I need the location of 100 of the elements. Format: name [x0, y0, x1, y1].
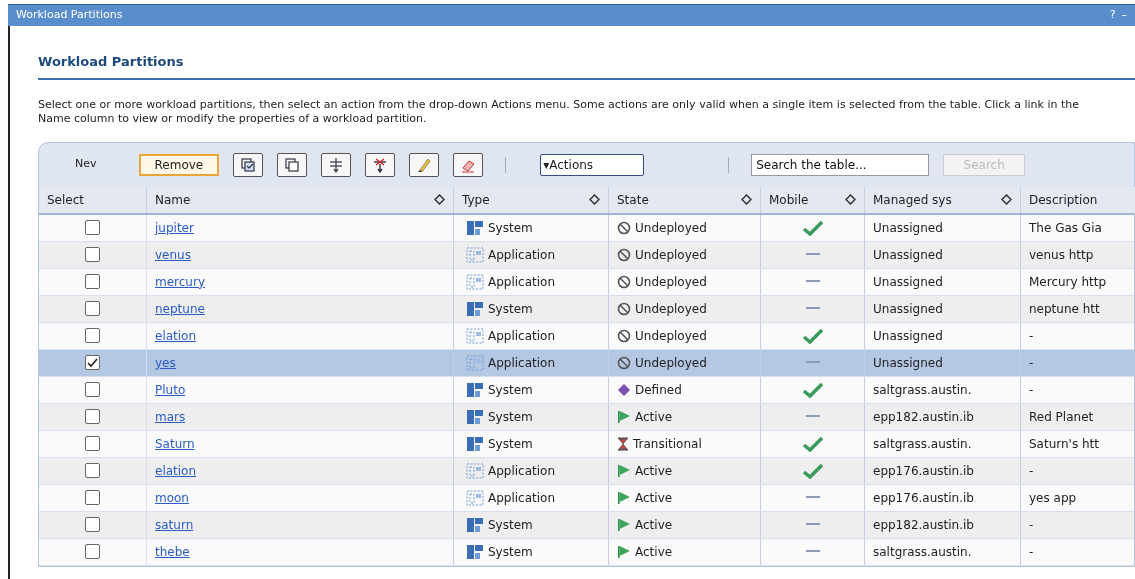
column-header[interactable]: Description	[1021, 186, 1135, 213]
name-link[interactable]: saturn	[155, 515, 194, 534]
row-checkbox[interactable]	[85, 463, 100, 478]
name-link[interactable]: mercury	[155, 272, 205, 291]
column-header[interactable]: State	[609, 186, 761, 213]
prohibited-icon	[617, 247, 631, 262]
name-link[interactable]: elation	[155, 326, 197, 345]
description-text: yes app	[1029, 489, 1077, 507]
actions-dropdown[interactable]: ▾Actions	[540, 153, 645, 176]
sort-icon[interactable]	[1001, 194, 1012, 205]
column-header[interactable]: Select	[39, 186, 147, 213]
table-row[interactable]: venus Application Undeployed Unassigned venus http	[39, 241, 1134, 269]
row-checkbox[interactable]	[85, 247, 100, 262]
prohibited-icon	[617, 220, 631, 235]
table-row[interactable]: mercury Application Undeployed Unassigned Mercury http	[39, 268, 1134, 296]
row-checkbox[interactable]	[85, 382, 100, 397]
checked-pages-icon	[239, 155, 258, 174]
column-header[interactable]: Name	[147, 186, 454, 213]
row-checkbox[interactable]	[85, 544, 100, 559]
managed-system-text: Unassigned	[873, 219, 943, 237]
name-link[interactable]: neptune	[155, 299, 205, 318]
table-row[interactable]: Saturn System Transitional saltgrass.austin. Saturn's htt	[39, 430, 1134, 458]
sort-icon[interactable]	[741, 194, 752, 205]
row-checkbox[interactable]	[85, 490, 100, 505]
table-row[interactable]: neptune System Undeployed Unassigned neptune htt	[39, 295, 1134, 323]
application-icon	[466, 273, 484, 290]
state-text: Active	[635, 489, 673, 507]
table-row[interactable]: Pluto System Defined saltgrass.austin. -	[39, 376, 1134, 404]
type-text: System	[488, 219, 533, 237]
remove-button[interactable]: Remove	[138, 153, 220, 176]
page-heading: Workload Partitions	[38, 53, 185, 71]
row-checkbox[interactable]	[85, 220, 100, 235]
description-text: -	[1029, 327, 1034, 345]
edit-button[interactable]	[409, 152, 440, 177]
name-link[interactable]: moon	[155, 488, 189, 507]
row-checkbox[interactable]	[85, 274, 100, 289]
managed-system-text: epp182.austin.ib	[873, 516, 974, 534]
flag-icon	[617, 544, 631, 559]
prohibited-icon	[617, 301, 631, 316]
row-checkbox[interactable]	[85, 301, 100, 316]
type-text: Application	[488, 273, 556, 291]
managed-system-text: Unassigned	[873, 354, 943, 372]
system-icon	[466, 435, 484, 452]
erase-button[interactable]	[453, 152, 484, 177]
column-header[interactable]: Type	[454, 186, 609, 213]
table-row[interactable]: saturn System Active epp182.austin.ib -	[39, 511, 1134, 539]
type-text: System	[488, 408, 533, 426]
state-text: Active	[635, 462, 673, 480]
deselect-all-button[interactable]	[277, 152, 308, 177]
system-icon	[466, 300, 484, 317]
managed-system-text: saltgrass.austin.	[873, 543, 972, 561]
name-link[interactable]: venus	[155, 245, 191, 264]
sort-icon[interactable]	[434, 194, 445, 205]
table-row[interactable]: thebe System Active saltgrass.austin. -	[39, 538, 1134, 566]
column-header[interactable]: Mobile	[761, 186, 865, 213]
name-link[interactable]: Saturn	[155, 434, 195, 453]
managed-system-text: Unassigned	[873, 327, 943, 345]
application-icon	[466, 246, 484, 263]
prohibited-icon	[617, 355, 631, 370]
name-link[interactable]: thebe	[155, 542, 190, 561]
name-link[interactable]: yes	[155, 353, 176, 372]
name-link[interactable]: mars	[155, 407, 186, 426]
system-icon	[466, 543, 484, 560]
name-link[interactable]: jupiter	[155, 218, 194, 237]
system-icon	[466, 408, 484, 425]
managed-system-text: epp176.austin.ib	[873, 462, 974, 480]
row-checkbox[interactable]	[85, 355, 100, 370]
column-header[interactable]: Managed sys	[865, 186, 1021, 213]
row-checkbox[interactable]	[85, 517, 100, 532]
table-row[interactable]: elation Application Active epp176.austin.ib -	[39, 457, 1134, 485]
name-link[interactable]: Pluto	[155, 380, 186, 399]
managed-system-text: Unassigned	[873, 246, 943, 264]
new-button[interactable]: Nev	[75, 156, 97, 173]
table-row[interactable]: jupiter System Undeployed Unassigned The Gas Gia	[39, 214, 1134, 242]
name-link[interactable]: elation	[155, 461, 197, 480]
row-checkbox[interactable]	[85, 436, 100, 451]
intro-text: Select one or more workload partitions, then select an action from the drop-down Actions menu. Some actions are only valid when a single item is selected from the table. Click a link in the Name column to view or modify the properties of a workload partition.	[38, 97, 1080, 126]
search-field[interactable]: Search the table...	[751, 153, 930, 176]
type-text: System	[488, 300, 533, 318]
table-row[interactable]: mars System Active epp182.austin.ib Red Planet	[39, 403, 1134, 431]
description-text: The Gas Gia	[1029, 219, 1102, 237]
filter-button[interactable]	[321, 152, 352, 177]
table-row[interactable]: elation Application Undeployed Unassigned -	[39, 322, 1134, 350]
table-row[interactable]: moon Application Active epp176.austin.ib yes app	[39, 484, 1134, 512]
type-text: Application	[488, 462, 556, 480]
state-text: Active	[635, 408, 673, 426]
table-row[interactable]: yes Application Undeployed Unassigned -	[39, 349, 1134, 377]
flag-icon	[617, 490, 631, 505]
application-icon	[466, 462, 484, 479]
managed-system-text: Unassigned	[873, 300, 943, 318]
sort-icon[interactable]	[589, 194, 600, 205]
clear-filter-button[interactable]	[365, 152, 396, 177]
row-checkbox[interactable]	[85, 409, 100, 424]
type-text: Application	[488, 327, 556, 345]
select-all-button[interactable]	[233, 152, 264, 177]
type-text: Application	[488, 246, 556, 264]
type-text: System	[488, 381, 533, 399]
row-checkbox[interactable]	[85, 328, 100, 343]
description-text: Saturn's htt	[1029, 435, 1099, 453]
sort-icon[interactable]	[845, 194, 856, 205]
